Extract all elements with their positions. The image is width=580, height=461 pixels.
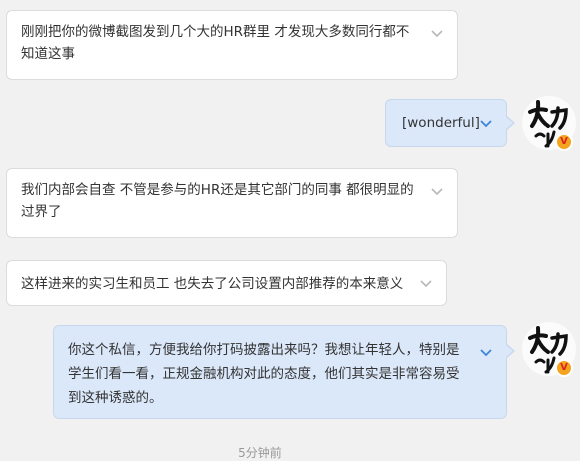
chevron-down-icon[interactable] — [429, 25, 445, 41]
message-text: 我们内部会自查 不管是参与的HR还是其它部门的同事 都很明显的过界了 — [21, 182, 414, 220]
message-bubble-outgoing: 你这个私信，方便我给你打码披露出来吗？我想让年轻人，特别是学生们看一看，正规金融… — [53, 325, 507, 419]
bubble-tail — [506, 116, 515, 130]
chevron-down-icon[interactable] — [418, 275, 434, 291]
message-text: 你这个私信，方便我给你打码披露出来吗？我想让年轻人，特别是学生们看一看，正规金融… — [68, 342, 460, 406]
message-bubble-incoming: 我们内部会自查 不管是参与的HR还是其它部门的同事 都很明显的过界了 — [6, 168, 458, 238]
chevron-down-icon[interactable] — [478, 344, 494, 360]
message-timestamp: 5分钟前 — [238, 446, 282, 460]
message-bubble-outgoing: [wonderful] — [385, 99, 507, 147]
bubble-tail — [506, 344, 515, 358]
message-bubble-incoming: 这样进来的实习生和员工 也失去了公司设置内部推荐的本来意义 — [6, 260, 447, 306]
verified-badge-icon: V — [555, 133, 573, 151]
message-text: 这样进来的实习生和员工 也失去了公司设置内部推荐的本来意义 — [21, 276, 404, 292]
chevron-down-icon[interactable] — [478, 115, 494, 131]
verified-badge-icon: V — [555, 359, 573, 377]
message-text: 刚刚把你的微博截图发到几个大的HR群里 才发现大多数同行都不知道这事 — [21, 24, 410, 62]
message-bubble-incoming: 刚刚把你的微博截图发到几个大的HR群里 才发现大多数同行都不知道这事 — [6, 10, 458, 80]
chevron-down-icon[interactable] — [429, 183, 445, 199]
